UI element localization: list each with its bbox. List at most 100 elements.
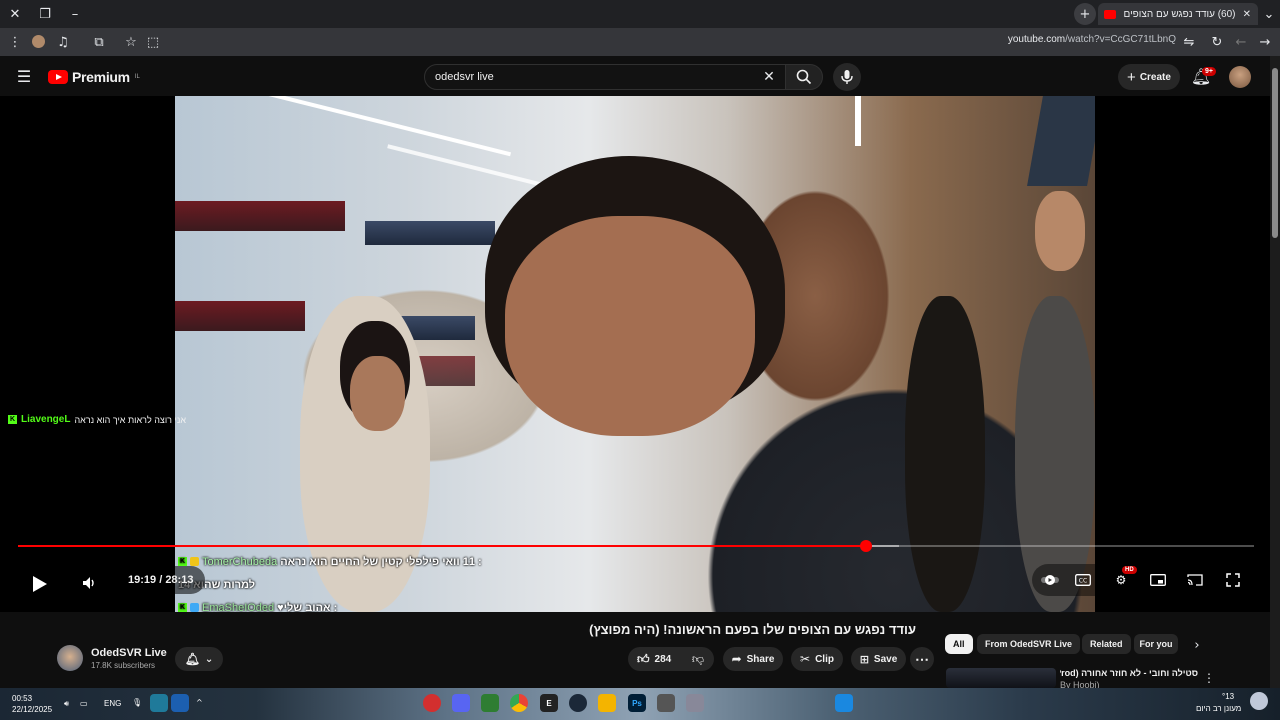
close-window-icon[interactable]: ✕ <box>4 3 26 25</box>
hamburger-menu-icon[interactable]: ☰ <box>13 65 35 87</box>
kick-logo-icon: K <box>178 603 187 612</box>
app-icon-9[interactable] <box>657 694 675 712</box>
video-title: עודד נפגש עם הצופים שלו בפעם הראשונה! (ה… <box>56 622 916 637</box>
video-player[interactable]: K LiavengeL אני רוצה לראות איך הוא נראה … <box>0 96 1270 612</box>
clip-button[interactable]: ✂ Clip <box>791 647 843 671</box>
minimize-window-icon[interactable]: – <box>64 3 86 25</box>
speaker-icon[interactable]: 🔊︎ <box>64 699 69 709</box>
subscribe-notification-button[interactable]: 🔔︎ ⌄ <box>175 647 223 671</box>
chat-username: LiavengeL <box>21 414 71 425</box>
more-actions-icon[interactable]: ⋯ <box>910 647 934 671</box>
steam-icon[interactable] <box>569 694 587 712</box>
tab-list-icon[interactable]: ⌄ <box>1258 3 1280 25</box>
chrome-icon[interactable] <box>510 694 528 712</box>
app-icon-10[interactable] <box>686 694 704 712</box>
related-more-icon[interactable]: ⋮ <box>1198 667 1220 689</box>
fullscreen-icon[interactable] <box>1224 572 1242 588</box>
weather-icon[interactable] <box>1250 692 1268 710</box>
search-button[interactable] <box>785 64 823 90</box>
search-input[interactable] <box>435 71 755 83</box>
app-icon-1[interactable] <box>423 694 441 712</box>
extensions-icon[interactable]: ⧉ <box>88 31 110 53</box>
chat-line: K EmaSheIOded: אהוב שלי♥ <box>178 596 538 612</box>
play-button[interactable] <box>18 562 62 606</box>
clock-date[interactable]: 22/12/2025 <box>12 705 52 714</box>
browser-tab[interactable]: ✕ (60) עודד נפגש עם הצופים שלו <box>1098 3 1258 25</box>
discord-icon[interactable] <box>452 694 470 712</box>
screenshot-icon[interactable]: ⬚ <box>142 31 164 53</box>
tab-title: (60) עודד נפגש עם הצופים שלו <box>1122 8 1236 20</box>
chip-for-you[interactable]: For you <box>1134 634 1178 654</box>
youtube-favicon-icon <box>1104 9 1116 19</box>
epic-games-icon[interactable]: E <box>540 694 558 712</box>
site-settings-icon[interactable]: ⇋ <box>1178 31 1200 53</box>
voice-search-button[interactable] <box>833 63 861 91</box>
scrollbar-thumb[interactable] <box>1272 68 1278 238</box>
start-windows-icon[interactable] <box>835 694 853 712</box>
volume-button[interactable] <box>72 566 106 600</box>
related-video-title[interactable]: סטילה וחובי - לא חוזר אחורה (Prod. <box>1060 668 1198 678</box>
miniplayer-icon[interactable] <box>1149 572 1167 588</box>
share-button[interactable]: ➦ Share <box>723 647 783 671</box>
time-separator: / <box>156 574 166 586</box>
app-icon-3[interactable] <box>481 694 499 712</box>
clip-label: Clip <box>815 653 834 665</box>
video-frame <box>175 96 1095 612</box>
profile-icon[interactable] <box>32 35 45 48</box>
chevron-down-icon: ⌄ <box>204 653 214 665</box>
save-button[interactable]: ⊞ Save <box>851 647 906 671</box>
chip-related[interactable]: Related <box>1082 634 1131 654</box>
forward-icon[interactable]: → <box>1254 31 1276 53</box>
dislike-icon[interactable]: 👎︎ <box>687 651 709 667</box>
hd-badge: HD <box>1122 566 1137 574</box>
photoshop-icon[interactable]: Ps <box>628 694 646 712</box>
bookmark-star-icon[interactable]: ☆ <box>120 31 142 53</box>
channel-name[interactable]: OdedSVR Live <box>91 647 167 659</box>
restore-window-icon[interactable]: ❐ <box>34 3 56 25</box>
account-avatar[interactable] <box>1229 66 1251 88</box>
clock-time[interactable]: 00:53 <box>12 694 32 703</box>
scissors-icon: ✂ <box>800 652 811 666</box>
chip-all[interactable]: All <box>945 634 973 654</box>
related-video-thumbnail[interactable] <box>946 668 1056 688</box>
language-indicator[interactable]: ENG <box>104 699 121 708</box>
tab-close-icon[interactable]: ✕ <box>1242 8 1252 20</box>
weather-temp[interactable]: °13 <box>1222 692 1234 701</box>
cast-icon[interactable] <box>1186 572 1204 588</box>
chat-username: TomerChubeda <box>202 555 278 568</box>
reload-icon[interactable]: ↻ <box>1206 31 1228 53</box>
autoplay-toggle-icon[interactable] <box>1041 572 1059 588</box>
subtitles-icon[interactable]: CC <box>1074 572 1092 588</box>
overlay-side-chat: K LiavengeL אני רוצה לראות איך הוא נראה <box>8 414 186 425</box>
video-title-text: עודד נפגש עם הצופים שלו בפעם הראשונה! (ה… <box>589 622 916 637</box>
channel-avatar[interactable] <box>57 645 83 671</box>
share-label: Share <box>746 653 775 665</box>
plus-icon: + <box>1127 68 1136 86</box>
logo-text: Premium <box>72 69 130 85</box>
tray-app2-icon[interactable] <box>171 694 189 712</box>
tray-app-icon[interactable] <box>150 694 168 712</box>
clear-search-icon[interactable]: ✕ <box>758 66 780 88</box>
chevron-right-icon[interactable]: › <box>1186 634 1208 656</box>
mic-tray-icon[interactable]: 🎙︎ <box>132 698 142 707</box>
youtube-premium-logo[interactable]: Premium IL <box>48 69 140 85</box>
like-icon[interactable]: 👍︎ <box>637 652 650 667</box>
chip-from-channel[interactable]: From OdedSVR Live <box>977 634 1081 654</box>
scrubber-handle[interactable] <box>859 540 872 552</box>
tray-chevron-icon[interactable]: ^ <box>196 698 203 707</box>
settings-gear-icon[interactable]: ⚙ <box>1112 572 1130 588</box>
chat-message: : אהוב שלי♥ <box>277 601 338 613</box>
file-explorer-icon[interactable] <box>598 694 616 712</box>
progress-bar[interactable] <box>18 540 1254 552</box>
url-field[interactable]: youtube.com/watch?v=CcGC71tLbnQ <box>950 34 1176 50</box>
network-icon[interactable]: ▭ <box>80 699 88 708</box>
search-box[interactable] <box>424 64 786 90</box>
new-tab-icon[interactable]: + <box>1074 3 1096 25</box>
media-control-icon[interactable]: ♫ <box>52 31 74 53</box>
weather-description[interactable]: מעונן רב היום <box>1196 704 1241 713</box>
region-code: IL <box>134 74 140 80</box>
like-count[interactable]: 284 <box>655 654 672 665</box>
back-icon[interactable]: ← <box>1230 31 1252 53</box>
menu-dots-icon[interactable]: ⋮ <box>4 31 26 53</box>
create-button[interactable]: + Create <box>1118 64 1180 90</box>
